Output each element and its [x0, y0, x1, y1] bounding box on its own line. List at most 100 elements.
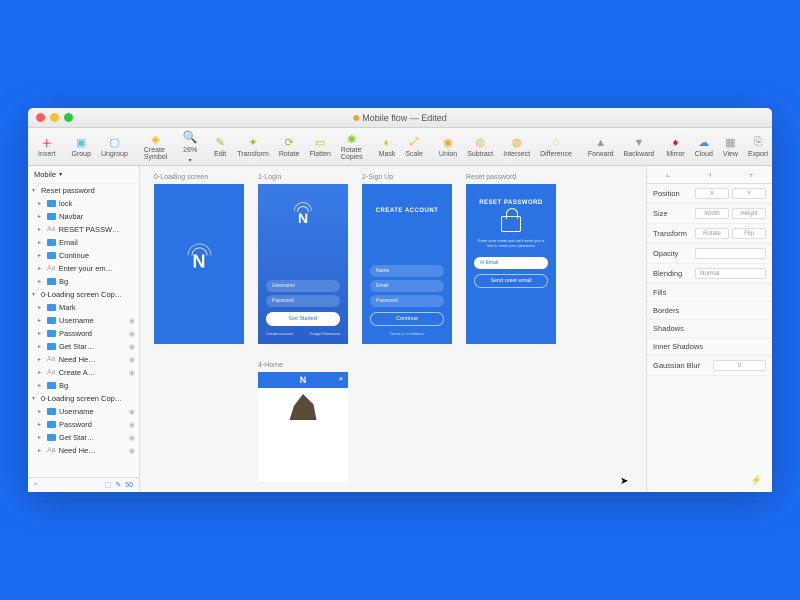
export-button[interactable]: ⎘Export — [744, 134, 772, 160]
hero-image — [288, 394, 318, 420]
rotate-field[interactable]: Rotate — [695, 228, 729, 239]
toggle-icon[interactable]: ⬚ — [105, 481, 112, 489]
height-field[interactable]: Height — [732, 208, 766, 219]
maximize-button[interactable] — [64, 113, 73, 122]
layer-item[interactable]: ▸Username◉ — [28, 405, 139, 418]
visibility-icon[interactable]: ◉ — [129, 421, 135, 429]
visibility-icon[interactable]: ◉ — [129, 356, 135, 364]
intersect-button[interactable]: ◍Intersect — [499, 134, 534, 160]
borders-section[interactable]: Borders — [647, 302, 772, 320]
backward-button[interactable]: ▼Backward — [620, 134, 659, 160]
flip-field[interactable]: Flip — [732, 228, 766, 239]
visibility-icon[interactable]: ◉ — [129, 330, 135, 338]
password-field: Password — [266, 295, 340, 307]
artboard-title: 0-Loading screen — [154, 174, 208, 181]
sheet-icon[interactable]: ✎ — [115, 481, 121, 489]
artboard-reset[interactable]: Reset password RESET PASSWORD Enter your… — [466, 184, 556, 344]
visibility-icon[interactable]: ◉ — [129, 343, 135, 351]
folder-icon — [47, 330, 56, 337]
layer-item[interactable]: ▸AaNeed He…◉ — [28, 353, 139, 366]
close-button[interactable] — [36, 113, 45, 122]
align-tab-icon[interactable]: ⫠ — [647, 166, 689, 183]
fills-section[interactable]: Fills — [647, 284, 772, 302]
filter-icon[interactable]: ⌕ — [34, 481, 38, 489]
flatten-button[interactable]: ▭Flatten — [305, 134, 334, 160]
layer-count: 50 — [125, 482, 133, 489]
visibility-icon[interactable]: ◉ — [129, 447, 135, 455]
visibility-icon[interactable]: ◉ — [129, 369, 135, 377]
password-field: Password — [370, 295, 444, 307]
ungroup-button[interactable]: ▢Ungroup — [97, 134, 132, 160]
width-field[interactable]: Width — [695, 208, 729, 219]
inspector-tabs[interactable]: ⫠ ⫞ ⫟ — [647, 166, 772, 184]
text-layer-icon: Aa — [47, 226, 56, 233]
layer-item[interactable]: ▸AaRESET PASSW… — [28, 223, 139, 236]
y-field[interactable]: Y — [732, 188, 766, 199]
email-field: Email — [370, 280, 444, 292]
visibility-icon[interactable]: ◉ — [129, 317, 135, 325]
layer-item[interactable]: ▸Bg — [28, 379, 139, 392]
layer-item[interactable]: ▸Bg — [28, 275, 139, 288]
layer-item[interactable]: ▸Password◉ — [28, 327, 139, 340]
layer-item[interactable]: ▸Navbar — [28, 210, 139, 223]
x-field[interactable]: X — [695, 188, 729, 199]
layers-list[interactable]: ▾Reset password▸lock▸Navbar▸AaRESET PASS… — [28, 184, 139, 477]
layer-item[interactable]: ▸Email — [28, 236, 139, 249]
rotate-copies-button[interactable]: ✺Rotate Copies — [337, 130, 367, 163]
shadows-section[interactable]: Shadows — [647, 320, 772, 338]
difference-button[interactable]: ◌Difference — [536, 134, 576, 160]
bolt-icon[interactable]: ⚡ — [751, 475, 762, 486]
layer-group[interactable]: ▾0-Loading screen Cop… — [28, 288, 139, 301]
layer-item[interactable]: ▸AaCreate A…◉ — [28, 366, 139, 379]
visibility-icon[interactable]: ◉ — [129, 408, 135, 416]
rotate-button[interactable]: ⟳Rotate — [275, 134, 304, 160]
minimize-button[interactable] — [50, 113, 59, 122]
layer-group[interactable]: ▾Reset password — [28, 184, 139, 197]
align-tab2-icon[interactable]: ⫟ — [730, 166, 772, 183]
layer-group[interactable]: ▾0-Loading screen Cop… — [28, 392, 139, 405]
artboard-login[interactable]: 1-Login N Username Password Get Started … — [258, 184, 348, 344]
layer-item[interactable]: ▸AaEnter your em… — [28, 262, 139, 275]
logo: N — [298, 210, 308, 226]
app-window: Mobile flow — Edited ＋Insert ▣Group ▢Ung… — [28, 108, 772, 492]
layer-item[interactable]: ▸AaNeed He…◉ — [28, 444, 139, 457]
insert-button[interactable]: ＋Insert — [34, 134, 60, 160]
pages-dropdown[interactable]: Mobile▾ — [28, 166, 139, 184]
scale-button[interactable]: ⤢Scale — [401, 134, 427, 160]
subtract-button[interactable]: ◎Subtract — [463, 134, 497, 160]
forward-button[interactable]: ▲Forward — [584, 134, 618, 160]
inner-shadows-section[interactable]: Inner Shadows — [647, 338, 772, 356]
canvas[interactable]: 0-Loading screen N 1-Login N Username Pa… — [140, 166, 646, 492]
gaussian-row: Gaussian Blur 0 — [647, 356, 772, 376]
edit-button[interactable]: ✎Edit — [209, 134, 231, 160]
group-button[interactable]: ▣Group — [68, 134, 95, 160]
blending-select[interactable]: Normal — [695, 268, 766, 279]
layer-item[interactable]: ▸Username◉ — [28, 314, 139, 327]
opacity-row: Opacity — [647, 244, 772, 264]
layer-item[interactable]: ▸lock — [28, 197, 139, 210]
visibility-icon[interactable]: ◉ — [129, 434, 135, 442]
heading: RESET PASSWORD — [466, 184, 556, 206]
opacity-slider[interactable] — [695, 248, 766, 259]
zoom-control[interactable]: 🔍26%▾ — [179, 128, 201, 166]
union-button[interactable]: ◉Union — [435, 134, 461, 160]
search-icon: ⌕ — [339, 376, 343, 384]
artboard-home[interactable]: 4-Home N⌕ — [258, 372, 348, 482]
cloud-button[interactable]: ☁Cloud — [691, 134, 717, 160]
titlebar: Mobile flow — Edited — [28, 108, 772, 128]
layer-item[interactable]: ▸Continue — [28, 249, 139, 262]
distribute-tab-icon[interactable]: ⫞ — [689, 166, 731, 183]
layer-item[interactable]: ▸Mark — [28, 301, 139, 314]
view-button[interactable]: ▦View — [719, 134, 742, 160]
transform-button[interactable]: ✦Transform — [233, 134, 273, 160]
create-symbol-button[interactable]: ◈Create Symbol — [140, 130, 171, 163]
artboard-loading[interactable]: 0-Loading screen N — [154, 184, 244, 344]
mirror-button[interactable]: ♦Mirror — [662, 134, 688, 160]
mask-button[interactable]: ◐Mask — [375, 134, 400, 160]
artboard-signup[interactable]: 2-Sign Up CREATE ACCOUNT Name Email Pass… — [362, 184, 452, 344]
layer-item[interactable]: ▸Password◉ — [28, 418, 139, 431]
magnifier-icon: 🔍 — [183, 130, 197, 144]
gaussian-field[interactable]: 0 — [713, 360, 766, 371]
layer-item[interactable]: ▸Get Star…◉ — [28, 431, 139, 444]
layer-item[interactable]: ▸Get Star…◉ — [28, 340, 139, 353]
